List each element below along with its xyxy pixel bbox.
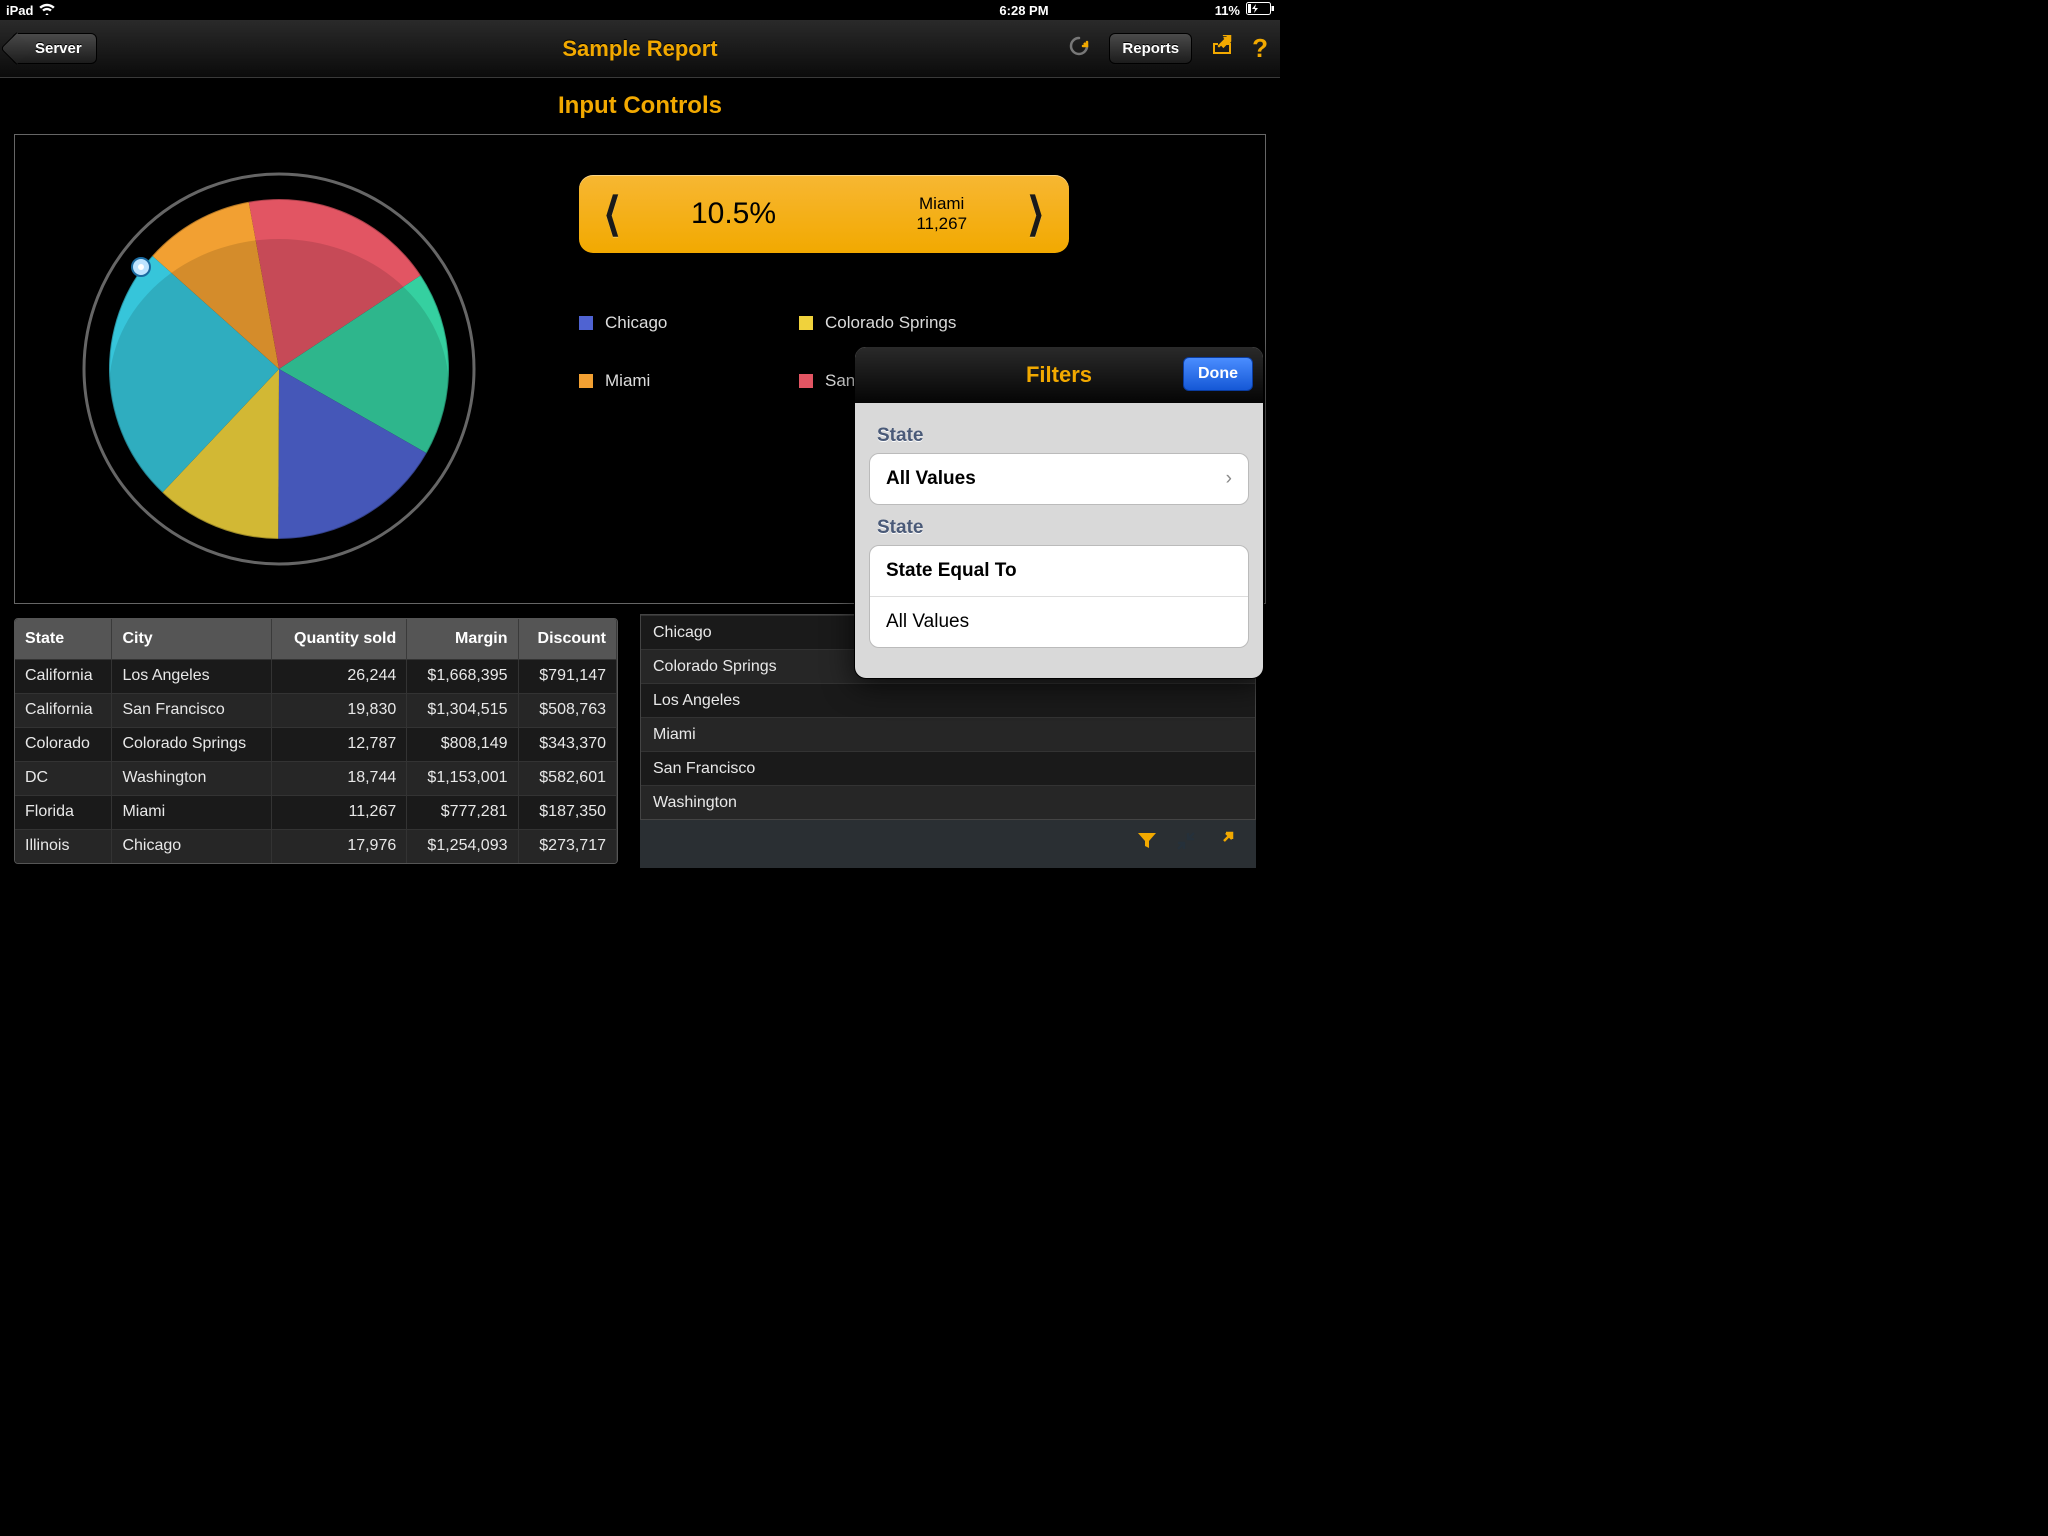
- refresh-icon[interactable]: [1067, 34, 1091, 64]
- table-cell: 19,830: [271, 693, 407, 727]
- reports-button[interactable]: Reports: [1109, 33, 1192, 64]
- table-cell: Florida: [15, 795, 112, 829]
- bottom-toolbar: [640, 820, 1256, 868]
- clock: 6:28 PM: [999, 3, 1048, 18]
- list-item[interactable]: San Francisco: [641, 751, 1255, 785]
- table-cell: Illinois: [15, 829, 112, 863]
- table-cell: Colorado Springs: [112, 727, 271, 761]
- column-header[interactable]: State: [15, 619, 112, 659]
- filter-detail-title: State Equal To: [870, 546, 1248, 596]
- table-row[interactable]: IllinoisChicago17,976$1,254,093$273,717: [15, 829, 617, 863]
- legend-label: Miami: [605, 371, 650, 391]
- nav-bar: Server Sample Report Reports ?: [0, 20, 1280, 78]
- table-cell: $1,668,395: [407, 659, 518, 693]
- table-row[interactable]: DCWashington18,744$1,153,001$582,601: [15, 761, 617, 795]
- table-cell: DC: [15, 761, 112, 795]
- table-cell: 18,744: [271, 761, 407, 795]
- table-cell: $187,350: [518, 795, 617, 829]
- column-header[interactable]: City: [112, 619, 271, 659]
- chevron-right-icon[interactable]: ⟩: [1027, 187, 1045, 241]
- table-cell: $582,601: [518, 761, 617, 795]
- filter-icon[interactable]: [1136, 830, 1158, 858]
- table-row[interactable]: CaliforniaSan Francisco19,830$1,304,515$…: [15, 693, 617, 727]
- table-cell: $273,717: [518, 829, 617, 863]
- selector-value: 11,267: [916, 214, 967, 234]
- table-cell: $1,304,515: [407, 693, 518, 727]
- device-label: iPad: [6, 3, 33, 18]
- selector-city: Miami: [916, 194, 967, 214]
- chevron-left-icon[interactable]: ⟨: [603, 187, 621, 241]
- wifi-icon: [39, 3, 55, 18]
- table-cell: Chicago: [112, 829, 271, 863]
- list-item[interactable]: Miami: [641, 717, 1255, 751]
- done-button[interactable]: Done: [1183, 357, 1253, 391]
- battery-percent: 11%: [1215, 3, 1240, 18]
- legend-label: Colorado Springs: [825, 313, 956, 333]
- legend-item[interactable]: Colorado Springs: [799, 313, 999, 333]
- pie-chart[interactable]: [69, 159, 489, 579]
- table-cell: $808,149: [407, 727, 518, 761]
- slice-selector[interactable]: ⟨ 10.5% Miami 11,267 ⟩: [579, 175, 1069, 253]
- legend-swatch: [579, 374, 593, 388]
- table-cell: California: [15, 693, 112, 727]
- table-cell: 17,976: [271, 829, 407, 863]
- list-item[interactable]: Los Angeles: [641, 683, 1255, 717]
- table-cell: 26,244: [271, 659, 407, 693]
- table-cell: $508,763: [518, 693, 617, 727]
- list-item[interactable]: Washington: [641, 785, 1255, 819]
- table-row[interactable]: FloridaMiami11,267$777,281$187,350: [15, 795, 617, 829]
- chevron-right-icon: ›: [1226, 468, 1232, 490]
- legend-swatch: [799, 374, 813, 388]
- filter-state-row[interactable]: All Values ›: [869, 453, 1249, 505]
- expand-icon[interactable]: [1214, 831, 1234, 857]
- page-title: Sample Report: [562, 36, 717, 62]
- share-icon[interactable]: [1210, 35, 1234, 63]
- legend-item[interactable]: Chicago: [579, 313, 779, 333]
- help-icon[interactable]: ?: [1252, 33, 1268, 64]
- table-cell: Washington: [112, 761, 271, 795]
- collapse-icon[interactable]: [1176, 831, 1196, 857]
- filter-state-value: All Values: [886, 468, 976, 490]
- battery-icon: [1246, 2, 1274, 18]
- table-row[interactable]: CaliforniaLos Angeles26,244$1,668,395$79…: [15, 659, 617, 693]
- table-cell: California: [15, 659, 112, 693]
- table-cell: 11,267: [271, 795, 407, 829]
- column-header[interactable]: Margin: [407, 619, 518, 659]
- table-cell: $343,370: [518, 727, 617, 761]
- table-cell: San Francisco: [112, 693, 271, 727]
- column-header[interactable]: Quantity sold: [271, 619, 407, 659]
- table-cell: Los Angeles: [112, 659, 271, 693]
- selector-percent: 10.5%: [691, 197, 776, 231]
- filters-popover: Filters Done State All Values › State St…: [854, 346, 1264, 679]
- legend-item[interactable]: Miami: [579, 371, 779, 391]
- table-cell: Colorado: [15, 727, 112, 761]
- legend-swatch: [579, 316, 593, 330]
- data-table: StateCityQuantity soldMarginDiscount Cal…: [14, 618, 618, 864]
- filter-detail-group[interactable]: State Equal To All Values: [869, 545, 1249, 648]
- legend-label: Chicago: [605, 313, 667, 333]
- table-cell: 12,787: [271, 727, 407, 761]
- status-bar: iPad 6:28 PM 11%: [0, 0, 1280, 20]
- table-cell: $1,254,093: [407, 829, 518, 863]
- table-cell: $777,281: [407, 795, 518, 829]
- table-cell: $791,147: [518, 659, 617, 693]
- column-header[interactable]: Discount: [518, 619, 617, 659]
- section-title: Input Controls: [0, 78, 1280, 130]
- filter-group-label: State: [877, 425, 1241, 447]
- filter-group-label: State: [877, 517, 1241, 539]
- table-row[interactable]: ColoradoColorado Springs12,787$808,149$3…: [15, 727, 617, 761]
- legend-swatch: [799, 316, 813, 330]
- table-cell: Miami: [112, 795, 271, 829]
- table-cell: $1,153,001: [407, 761, 518, 795]
- back-button[interactable]: Server: [12, 33, 97, 64]
- popover-title: Filters: [1026, 362, 1092, 388]
- filter-detail-value: All Values: [870, 596, 1248, 647]
